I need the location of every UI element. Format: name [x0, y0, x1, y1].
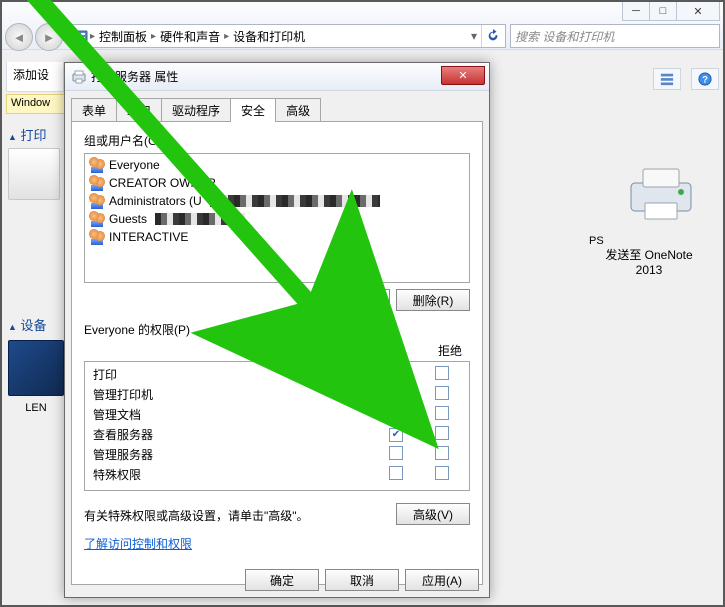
breadcrumb-seg-hardware[interactable]: 硬件和声音 — [158, 25, 222, 47]
help-button[interactable]: ? — [691, 68, 719, 90]
principal-row[interactable]: Everyone — [87, 156, 467, 174]
permission-row: 查看服务器 — [89, 424, 465, 444]
deny-checkbox[interactable] — [435, 406, 449, 420]
nav-back-button[interactable]: ◄ — [5, 23, 33, 51]
permissions-list: 打印管理打印机管理文档查看服务器管理服务器特殊权限 — [84, 361, 470, 491]
deny-checkbox[interactable] — [435, 466, 449, 480]
redacted-text — [210, 195, 380, 207]
tab-3[interactable]: 安全 — [230, 98, 276, 122]
allow-checkbox[interactable] — [389, 446, 403, 460]
tab-0[interactable]: 表单 — [71, 98, 117, 122]
principal-name: CREATOR OWNER — [109, 176, 216, 190]
printer-icon[interactable] — [625, 165, 697, 223]
permission-name: 管理打印机 — [89, 386, 373, 403]
principals-list[interactable]: Everyone CREATOR OWNER Administrators (U Gu… — [84, 153, 470, 283]
printers-heading: ▲ 打印 — [8, 125, 68, 144]
security-tab-panel: 组或用户名(G): Everyone CREATOR OWNER Administr… — [71, 121, 483, 585]
printer-thumbnail[interactable] — [8, 148, 60, 200]
onenote-caption-line1: 发送至 OneNote — [589, 246, 709, 263]
permission-name: 管理服务器 — [89, 446, 373, 463]
device-thumbnail[interactable] — [8, 340, 64, 396]
principal-name: Everyone — [109, 158, 160, 172]
allow-checkbox[interactable] — [389, 466, 403, 480]
principal-name: Guests — [109, 212, 147, 226]
control-panel-icon — [72, 28, 88, 44]
tab-4[interactable]: 高级 — [275, 98, 321, 122]
users-icon — [89, 193, 105, 209]
users-icon — [89, 157, 105, 173]
chevron-right-icon: ▸ — [222, 31, 231, 42]
learn-access-control-link[interactable]: 了解访问控制和权限 — [84, 535, 192, 552]
deny-column-header: 拒绝 — [438, 342, 462, 359]
printer-icon — [71, 69, 87, 85]
principal-name: INTERACTIVE — [109, 230, 188, 244]
permission-row: 管理文档 — [89, 404, 465, 424]
remove-principal-button[interactable]: 删除(R) — [396, 289, 470, 311]
chevron-right-icon: ▸ — [149, 31, 158, 42]
deny-checkbox[interactable] — [435, 426, 449, 440]
view-options-button[interactable] — [653, 68, 681, 90]
ok-button[interactable]: 确定 — [245, 569, 319, 591]
device-caption: LEN — [8, 402, 64, 414]
dialog-close-button[interactable]: ✕ — [441, 66, 485, 85]
tab-2[interactable]: 驱动程序 — [161, 98, 231, 122]
deny-checkbox[interactable] — [435, 366, 449, 380]
toolbar-add-device-button[interactable]: 添加设 — [6, 62, 64, 92]
permission-row: 管理服务器 — [89, 444, 465, 464]
search-placeholder: 搜索 设备和打印机 — [515, 28, 614, 45]
users-icon — [89, 211, 105, 227]
chevron-right-icon: ▸ — [88, 31, 97, 42]
allow-checkbox[interactable] — [389, 368, 403, 382]
permission-name: 管理文档 — [89, 406, 373, 423]
chevron-down-icon[interactable]: ▾ — [467, 29, 481, 43]
item-caption-suffix: PS — [589, 235, 604, 247]
onenote-caption-line2: 2013 — [589, 263, 709, 277]
permissions-label: Everyone 的权限(P) — [84, 321, 470, 338]
principal-row[interactable]: INTERACTIVE — [87, 228, 467, 246]
users-icon — [89, 229, 105, 245]
maximize-button[interactable]: □ — [649, 1, 677, 21]
principal-name: Administrators (U — [109, 194, 202, 208]
allow-checkbox[interactable] — [389, 428, 403, 442]
dialog-title: 打印服务器 属性 — [91, 68, 178, 85]
tab-1[interactable]: 端口 — [116, 98, 162, 122]
advanced-button[interactable]: 高级(V) — [396, 503, 470, 525]
permission-name: 特殊权限 — [89, 466, 373, 483]
nav-forward-button[interactable]: ► — [35, 23, 63, 51]
permission-row: 特殊权限 — [89, 464, 465, 484]
add-principal-button[interactable]: 添加(D)... — [316, 289, 390, 311]
deny-checkbox[interactable] — [435, 386, 449, 400]
apply-button[interactable]: 应用(A) — [405, 569, 479, 591]
minimize-button[interactable]: ─ — [622, 1, 650, 21]
groups-label: 组或用户名(G): — [84, 132, 470, 149]
devices-heading: ▲ 设备 — [8, 315, 64, 334]
principal-row[interactable]: CREATOR OWNER — [87, 174, 467, 192]
permission-name: 打印 — [89, 366, 373, 383]
breadcrumb-seg-devices[interactable]: 设备和打印机 — [231, 25, 307, 47]
search-input[interactable]: 搜索 设备和打印机 — [510, 24, 720, 48]
advanced-note: 有关特殊权限或高级设置，请单击"高级"。 — [84, 507, 309, 524]
users-icon — [89, 175, 105, 191]
permission-name: 查看服务器 — [89, 426, 373, 443]
allow-checkbox[interactable] — [389, 388, 403, 402]
cancel-button[interactable]: 取消 — [325, 569, 399, 591]
close-button[interactable]: ✕ — [676, 1, 720, 21]
deny-checkbox[interactable] — [435, 446, 449, 460]
breadcrumb-seg-control-panel[interactable]: 控制面板 — [97, 25, 149, 47]
permission-row: 管理打印机 — [89, 384, 465, 404]
address-bar[interactable]: ▸ 控制面板 ▸ 硬件和声音 ▸ 设备和打印机 ▾ — [69, 24, 506, 48]
explorer-header: ─ □ ✕ ◄ ► ▸ 控制面板 ▸ 硬件和声音 ▸ 设备和打印机 ▾ 搜索 设… — [0, 0, 725, 50]
svg-text:?: ? — [702, 75, 708, 86]
principal-row[interactable]: Guests — [87, 210, 467, 228]
permission-row: 打印 — [89, 364, 465, 384]
allow-column-header: 允许 — [378, 342, 402, 359]
principal-row[interactable]: Administrators (U — [87, 192, 467, 210]
info-bar[interactable]: Window — [6, 94, 64, 114]
allow-checkbox[interactable] — [389, 406, 403, 420]
print-server-properties-dialog: 打印服务器 属性 ✕ 表单端口驱动程序安全高级 组或用户名(G): Everyo… — [64, 62, 490, 598]
redacted-text — [155, 213, 245, 225]
refresh-button[interactable] — [481, 25, 503, 47]
